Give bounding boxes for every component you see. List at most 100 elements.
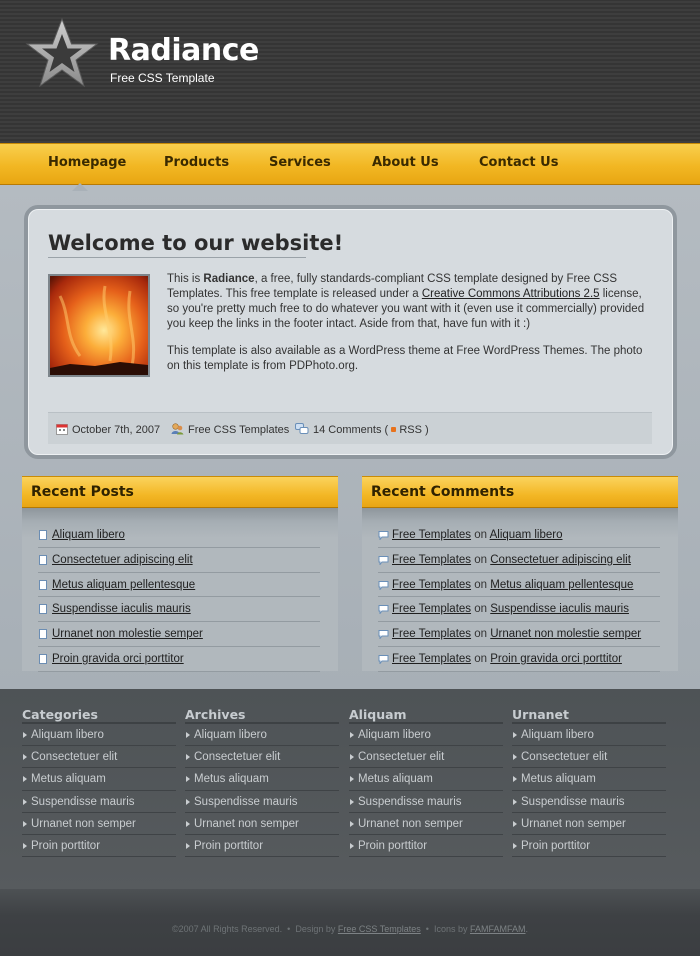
page-icon [39, 530, 47, 540]
comment-author-link[interactable]: Free Templates [392, 579, 471, 591]
footer-link[interactable]: Suspendisse mauris [349, 791, 503, 813]
footer-link[interactable]: Urnanet non semper [512, 813, 666, 835]
comment-author-link[interactable]: Free Templates [392, 529, 471, 541]
template-name: Radiance [203, 273, 255, 285]
footer-link[interactable]: Suspendisse mauris [512, 791, 666, 813]
footer-link[interactable]: Aliquam libero [512, 724, 666, 747]
footer-column-title: Urnanet [512, 707, 666, 724]
footer-link[interactable]: Metus aliquam [512, 768, 666, 791]
footer-link[interactable]: Metus aliquam [349, 768, 503, 791]
post-link[interactable]: Metus aliquam pellentesque [52, 579, 195, 591]
post-link[interactable]: Consectetuer adipiscing elit [52, 554, 193, 566]
footer-link[interactable]: Metus aliquam [22, 768, 176, 791]
menu-item-products[interactable]: Products [164, 155, 229, 170]
license-link[interactable]: Creative Commons Attributions 2.5 [422, 288, 600, 300]
footer-link[interactable]: Metus aliquam [185, 768, 339, 791]
footer-link[interactable]: Consectetuer elit [185, 746, 339, 769]
menu-item-services[interactable]: Services [269, 155, 331, 170]
page-icon [39, 629, 47, 640]
list-item: Consectetuer adipiscing elit [38, 548, 320, 573]
footer-link[interactable]: Proin porttitor [349, 835, 503, 858]
footer-link[interactable]: Consectetuer elit [22, 746, 176, 769]
design-credit-link[interactable]: Free CSS Templates [338, 924, 421, 934]
list-item: Proin gravida orci porttitor [38, 647, 320, 672]
post-link[interactable]: Urnanet non molestie semper [52, 628, 203, 640]
copyright: ©2007 All Rights Reserved. [171, 924, 283, 934]
footer-link[interactable]: Consectetuer elit [512, 746, 666, 769]
post-paragraph-1: This is Radiance, a free, fully standard… [167, 273, 645, 330]
footer-column-title: Archives [185, 707, 339, 724]
footer-link[interactable]: Aliquam libero [22, 724, 176, 747]
title-underline [48, 257, 306, 258]
footer-link[interactable]: Urnanet non semper [22, 813, 176, 835]
star-icon [25, 17, 99, 88]
welcome-post: Welcome to our website! This is Radiance… [24, 205, 677, 459]
comment-icon [378, 555, 389, 565]
menu-item-about-us[interactable]: About Us [372, 155, 439, 170]
page-icon [39, 579, 47, 590]
list-item: Free Templates on Suspendisse iaculis ma… [378, 597, 660, 623]
rss-icon [391, 427, 397, 432]
page-icon [39, 554, 47, 565]
footer-column-archives: Archives Aliquam libero Consectetuer eli… [185, 707, 339, 858]
comment-post-link[interactable]: Proin gravida orci porttitor [490, 653, 622, 665]
site-title[interactable]: Radiance [108, 33, 259, 68]
calendar-icon [56, 424, 68, 435]
post-link[interactable]: Aliquam libero [52, 529, 125, 541]
comment-post-link[interactable]: Aliquam libero [490, 529, 563, 541]
recent-posts-title: Recent Posts [31, 484, 134, 500]
post-title[interactable]: Welcome to our website! [48, 231, 343, 255]
footer-link[interactable]: Proin porttitor [185, 835, 339, 858]
footer-link[interactable]: Consectetuer elit [349, 746, 503, 769]
list-item: Aliquam libero [38, 523, 320, 548]
footer-link[interactable]: Aliquam libero [185, 724, 339, 747]
comment-author-link[interactable]: Free Templates [392, 554, 471, 566]
footer-link[interactable]: Proin porttitor [22, 835, 176, 858]
comment-icon [378, 580, 389, 590]
page-icon [39, 653, 47, 664]
comment-post-link[interactable]: Consectetuer adipiscing elit [490, 554, 631, 566]
list-item: Free Templates on Metus aliquam pellente… [378, 573, 660, 598]
post-link[interactable]: Suspendisse iaculis mauris [52, 603, 191, 615]
recent-comments-list: Free Templates on Aliquam libero Free Te… [378, 523, 660, 672]
list-item: Free Templates on Proin gravida orci por… [378, 647, 660, 672]
rss-link[interactable]: RSS [399, 424, 422, 436]
comment-author-link[interactable]: Free Templates [392, 628, 471, 640]
comments-link[interactable]: 14 Comments [313, 424, 381, 436]
footer-column-title: Aliquam [349, 707, 503, 724]
list-item: Free Templates on Aliquam libero [378, 523, 660, 548]
comment-author-link[interactable]: Free Templates [392, 603, 471, 615]
post-meta: October 7th, 2007 Free CSS Templates 14 … [48, 412, 652, 444]
active-menu-indicator [72, 183, 88, 191]
footer-link[interactable]: Proin porttitor [512, 835, 666, 858]
post-date: October 7th, 2007 [56, 423, 160, 436]
comment-author-link[interactable]: Free Templates [392, 653, 471, 665]
footer-link[interactable]: Suspendisse mauris [185, 791, 339, 813]
footer-text: ©2007 All Rights Reserved. • Design by F… [171, 924, 529, 934]
main-menu: Homepage Products Services About Us Cont… [0, 143, 700, 185]
footer-column-title: Categories [22, 707, 176, 724]
list-item: Free Templates on Urnanet non molestie s… [378, 622, 660, 647]
menu-item-homepage[interactable]: Homepage [48, 155, 126, 170]
comment-icon [378, 630, 389, 640]
footer-link[interactable]: Urnanet non semper [185, 813, 339, 835]
footer-link[interactable]: Aliquam libero [349, 724, 503, 747]
footer-link[interactable]: Suspendisse mauris [22, 791, 176, 813]
menu-item-contact-us[interactable]: Contact Us [479, 155, 558, 170]
footer-link[interactable]: Urnanet non semper [349, 813, 503, 835]
list-item: Urnanet non molestie semper [38, 622, 320, 647]
icons-credit-link[interactable]: FAMFAMFAM [470, 924, 526, 934]
post-photo [48, 274, 150, 377]
comment-post-link[interactable]: Urnanet non molestie semper [490, 628, 641, 640]
comment-post-link[interactable]: Metus aliquam pellentesque [490, 579, 633, 591]
recent-comments-box: Recent Comments Free Templates on Aliqua… [362, 476, 678, 688]
site-footer: ©2007 All Rights Reserved. • Design by F… [0, 889, 700, 956]
post-link[interactable]: Proin gravida orci porttitor [52, 653, 184, 665]
post-comments: 14 Comments ( RSS ) [295, 423, 429, 436]
recent-posts-box: Recent Posts Aliquam libero Consectetuer… [22, 476, 338, 688]
list-item: Free Templates on Consectetuer adipiscin… [378, 548, 660, 573]
list-item: Metus aliquam pellentesque [38, 573, 320, 598]
recent-posts-header: Recent Posts [22, 476, 338, 508]
comment-post-link[interactable]: Suspendisse iaculis mauris [490, 603, 629, 615]
post-author[interactable]: Free CSS Templates [171, 423, 289, 436]
